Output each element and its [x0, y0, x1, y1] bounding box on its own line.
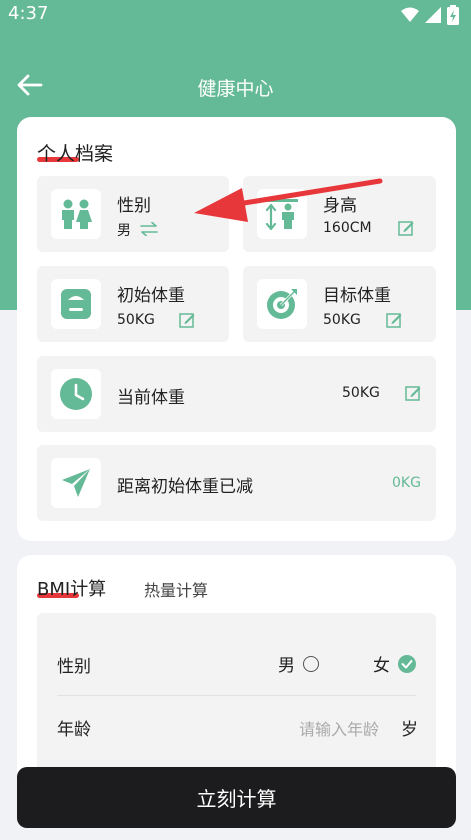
target-icon [267, 289, 297, 319]
wifi-icon [401, 7, 419, 22]
people-icon [62, 199, 92, 229]
age-input[interactable]: 请输入年龄 [299, 716, 379, 740]
edit-height-icon[interactable] [398, 220, 414, 236]
profile-title: 个人档案 [37, 143, 114, 165]
gender-option-male[interactable]: 男 [278, 651, 319, 676]
edit-initial-weight-icon[interactable] [179, 312, 195, 328]
gender-label: 性别 [117, 196, 151, 216]
male-label: 男 [278, 656, 295, 676]
height-tile[interactable]: 身高 160CM [243, 176, 436, 252]
height-icon-box [257, 189, 307, 239]
clock-icon [60, 378, 92, 410]
current-weight-label: 当前体重 [117, 388, 185, 408]
initial-weight-value: 50KG [117, 312, 155, 328]
current-weight-tile[interactable]: 当前体重 50KG [37, 356, 436, 432]
gender-tile[interactable]: 性别 男 [37, 176, 229, 252]
initial-weight-tile[interactable]: 初始体重 50KG [37, 266, 229, 342]
initial-weight-icon-box [51, 279, 101, 329]
swap-icon[interactable] [140, 222, 158, 236]
form-divider [57, 695, 416, 696]
gender-field-label: 性别 [57, 657, 91, 677]
system-icons [401, 5, 459, 25]
age-field-label: 年龄 [57, 720, 91, 740]
height-icon [265, 199, 298, 231]
tab-calorie[interactable]: 热量计算 [144, 577, 208, 601]
weight-lost-value: 0KG [392, 475, 421, 491]
target-weight-icon-box [257, 279, 307, 329]
check-circle-icon[interactable] [398, 654, 416, 673]
current-weight-value: 50KG [342, 385, 380, 401]
target-weight-label: 目标体重 [323, 286, 391, 306]
edit-target-weight-icon[interactable] [386, 312, 402, 328]
calculate-button[interactable]: 立刻计算 [17, 767, 456, 828]
edit-current-weight-icon[interactable] [405, 385, 421, 401]
weight-lost-icon-box [51, 458, 101, 508]
weight-lost-label: 距离初始体重已减 [117, 477, 253, 497]
page-title: 健康中心 [197, 78, 274, 100]
initial-weight-label: 初始体重 [117, 286, 185, 306]
weight-lost-tile: 距离初始体重已减 0KG [37, 445, 436, 521]
calculator-card: BMI计算 热量计算 性别 男 女 年龄 请输入年龄 岁 [17, 555, 456, 813]
app-header: 健康中心 [0, 60, 471, 110]
target-weight-tile[interactable]: 目标体重 50KG [243, 266, 436, 342]
age-unit: 岁 [401, 720, 418, 740]
gender-icon-box [51, 189, 101, 239]
profile-card: 个人档案 性别 男 身高 160CM 初始体重 50KG 目标体重 50KG 当… [17, 117, 456, 541]
battery-icon [447, 5, 459, 25]
status-bar: 4:37 [0, 0, 471, 28]
current-weight-icon-box [51, 369, 101, 419]
height-label: 身高 [323, 196, 357, 216]
tab-bmi[interactable]: BMI计算 [37, 575, 106, 601]
female-label: 女 [373, 656, 390, 676]
gender-option-female[interactable]: 女 [373, 651, 416, 676]
status-time: 4:37 [8, 3, 49, 24]
height-value: 160CM [323, 220, 372, 236]
paper-plane-icon [62, 469, 90, 497]
signal-icon [425, 7, 441, 23]
target-weight-value: 50KG [323, 312, 361, 328]
scale-icon [61, 289, 91, 319]
gender-value: 男 [117, 223, 131, 239]
male-radio[interactable] [303, 655, 319, 672]
